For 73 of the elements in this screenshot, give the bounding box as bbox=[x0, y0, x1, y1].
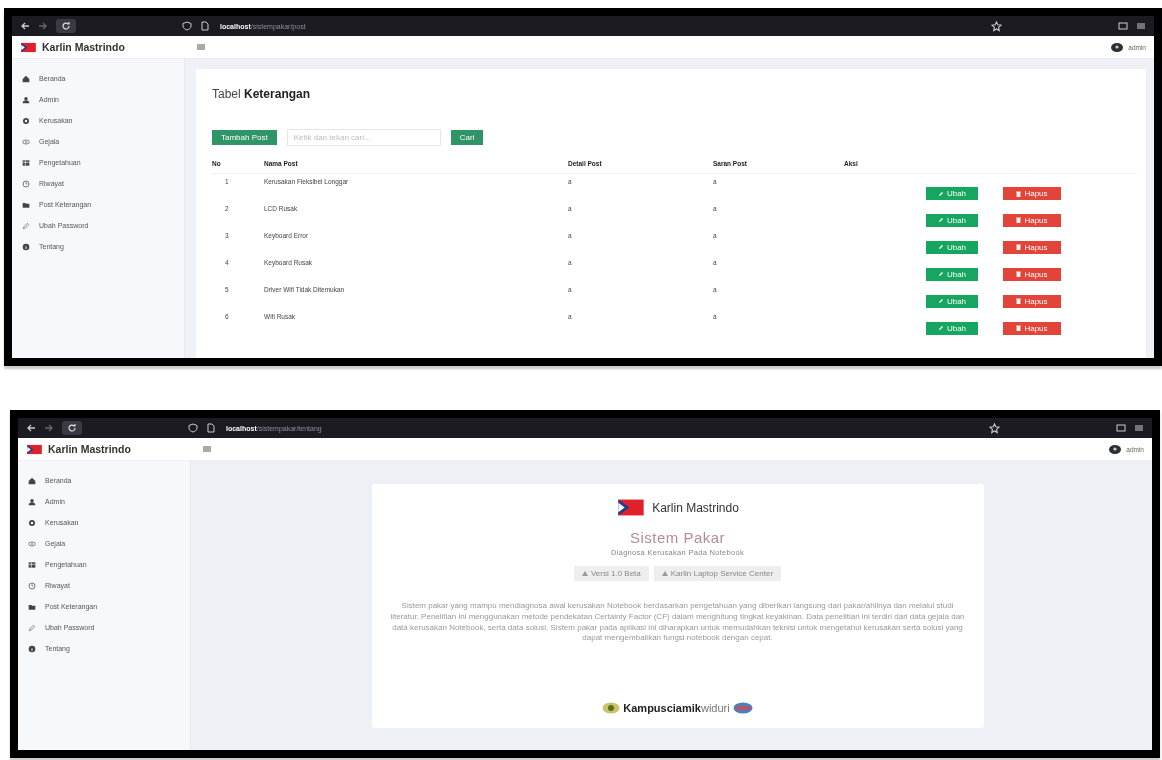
menu-icon[interactable] bbox=[1136, 21, 1146, 31]
avatar-icon[interactable] bbox=[1109, 444, 1122, 454]
search-field[interactable]: Ketik dan tekan cari... bbox=[286, 129, 441, 146]
back-arrow-icon[interactable] bbox=[26, 423, 36, 433]
gear-icon bbox=[22, 116, 30, 125]
extensions-icon[interactable] bbox=[1116, 423, 1126, 433]
trash-icon bbox=[1016, 271, 1022, 277]
emblem-icon bbox=[602, 702, 621, 714]
edit-icon bbox=[937, 325, 944, 331]
delete-button[interactable]: Hapus bbox=[1003, 294, 1061, 308]
menu-icon[interactable] bbox=[1134, 423, 1144, 433]
folder-icon bbox=[22, 200, 30, 209]
edit-icon bbox=[937, 217, 944, 223]
delete-button[interactable]: Hapus bbox=[1003, 213, 1061, 227]
trash-icon bbox=[1016, 190, 1022, 197]
home-icon bbox=[22, 74, 30, 83]
brand-name: Karlin Mastrindo bbox=[42, 41, 125, 53]
shield-icon bbox=[188, 423, 198, 433]
table-icon bbox=[28, 560, 36, 569]
app-title: Sistem Pakar bbox=[629, 529, 726, 546]
table-icon bbox=[22, 158, 30, 167]
info-icon bbox=[28, 644, 36, 653]
reload-button[interactable] bbox=[56, 19, 76, 33]
eye-icon bbox=[22, 137, 30, 146]
star-icon[interactable] bbox=[991, 20, 1002, 32]
trash-icon bbox=[1016, 244, 1022, 250]
pencil-icon bbox=[28, 623, 36, 632]
trash-icon bbox=[1016, 298, 1022, 304]
eye-icon bbox=[28, 539, 36, 548]
reload-button[interactable] bbox=[62, 421, 82, 435]
user-icon bbox=[22, 95, 30, 104]
info-badge: Karlin Laptop Service Center bbox=[653, 566, 782, 581]
pencil-icon bbox=[22, 221, 30, 230]
delete-button[interactable]: Hapus bbox=[1003, 321, 1061, 335]
brand-name: Karlin Mastrindo bbox=[48, 443, 131, 455]
page-icon bbox=[200, 21, 210, 31]
flag-logo-icon bbox=[616, 498, 647, 517]
trash-icon bbox=[1016, 325, 1022, 331]
user-icon bbox=[28, 497, 36, 506]
edit-icon bbox=[937, 298, 944, 304]
delete-button[interactable]: Hapus bbox=[1003, 240, 1061, 254]
clock-icon bbox=[22, 179, 30, 188]
gear-icon bbox=[28, 518, 36, 527]
back-arrow-icon[interactable] bbox=[20, 21, 30, 31]
star-icon[interactable] bbox=[989, 422, 1000, 434]
home-icon bbox=[28, 476, 36, 485]
forward-arrow-icon[interactable] bbox=[44, 423, 54, 433]
edit-icon bbox=[937, 271, 944, 277]
extensions-icon[interactable] bbox=[1118, 21, 1128, 31]
search-button[interactable]: Cari bbox=[450, 130, 484, 145]
edit-icon bbox=[937, 244, 944, 250]
delete-button[interactable]: Hapus bbox=[1003, 187, 1061, 200]
edit-icon bbox=[937, 190, 944, 197]
shield-icon bbox=[182, 21, 192, 31]
info-badge: Versi 1.0 Beta bbox=[573, 566, 649, 581]
clock-icon bbox=[28, 581, 36, 590]
flag-logo-icon bbox=[20, 41, 37, 53]
campus-logo-text: Kampusciamikwiduri bbox=[623, 702, 730, 714]
folder-icon bbox=[28, 602, 36, 611]
forward-arrow-icon[interactable] bbox=[38, 21, 48, 31]
flag-logo-icon bbox=[26, 443, 43, 455]
avatar-icon[interactable] bbox=[1111, 42, 1124, 52]
reload-icon bbox=[61, 21, 71, 31]
page-icon bbox=[206, 423, 216, 433]
trash-icon bbox=[1016, 217, 1022, 223]
page-title: Tabel Keterangan bbox=[212, 87, 312, 101]
delete-button[interactable]: Hapus bbox=[1003, 267, 1061, 281]
info-icon bbox=[22, 242, 30, 251]
description-paragraph: Sistem pakar yang mampu mendiagnosa awal kerusakan Notebook berdasarkan pengetahuan yang diberikan langsung dari pakar/ahlinya dan melalui studi literatur. Penelitian ini menggunakan metode pendekatan Certainty Factor (CF) dalam menghitung tingkat keyakinan. Data penelitian ini terdiri dari data gejala dan data kerusakan Notebook, serta data solusi. Sistem pakar pada aplikasi ini diharapkan untuk memudahkan teknisi untuk mengetahui kerusakan serta solusi yang dapat mengembalikan fungsi notebook dengan cepat. bbox=[389, 601, 966, 645]
logo-text: Karlin Mastrindo bbox=[652, 500, 739, 515]
add-post-button[interactable]: Tambah Post bbox=[212, 130, 277, 145]
reload-icon bbox=[67, 423, 77, 433]
badge-logo-icon bbox=[732, 702, 753, 714]
